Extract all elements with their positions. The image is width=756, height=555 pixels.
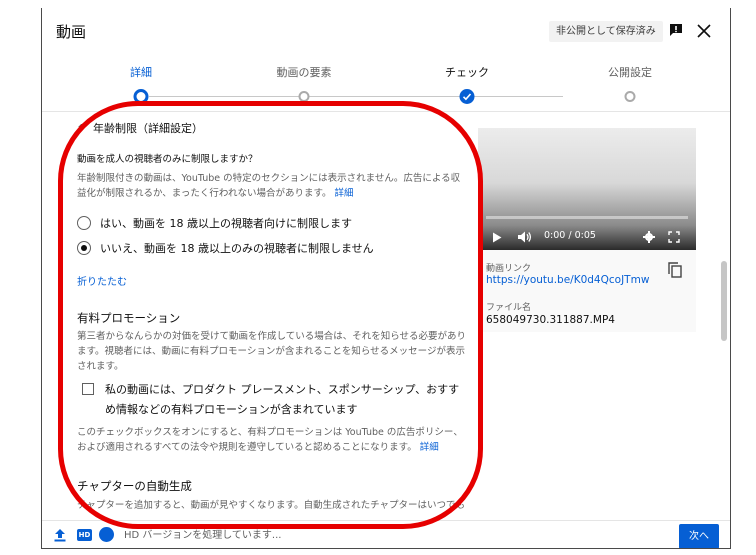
draft-status-badge: 非公開として保存済み bbox=[549, 21, 663, 42]
tab-video-elements[interactable]: 動画の要素 bbox=[277, 64, 332, 80]
upload-stepper: 詳細 動画の要素 チェック 公開設定 bbox=[42, 60, 730, 110]
paid-promotion-details-link[interactable]: 詳細 bbox=[420, 442, 439, 453]
tab-visibility[interactable]: 公開設定 bbox=[608, 64, 652, 80]
chapters-heading: チャプターの自動生成 bbox=[77, 479, 192, 493]
collapse-link[interactable]: 折りたたむ bbox=[77, 273, 127, 288]
paid-promotion-note: このチェックボックスをオンにすると、有料プロモーションは YouTube の広告… bbox=[77, 425, 469, 455]
play-icon[interactable] bbox=[492, 232, 502, 243]
check-circle-icon bbox=[99, 527, 114, 542]
video-link[interactable]: https://youtu.be/K0d4QcoJTmw bbox=[486, 274, 649, 286]
chevron-up-icon: ^ bbox=[77, 122, 87, 135]
radio-yes[interactable] bbox=[77, 216, 91, 230]
settings-gear-icon[interactable] bbox=[643, 231, 655, 243]
paid-promotion-option[interactable]: 私の動画には、プロダクト プレースメント、スポンサーシップ、おすすめ情報などの有… bbox=[82, 380, 462, 420]
copy-icon[interactable] bbox=[668, 262, 682, 278]
dialog-header: 動画 非公開として保存済み bbox=[42, 8, 730, 54]
filename-label: ファイル名 bbox=[486, 303, 532, 313]
step-dot-details bbox=[133, 89, 149, 104]
age-restriction-header[interactable]: ^ 年齢制限（詳細設定） bbox=[77, 120, 203, 136]
dialog-footer: HD HD バージョンを処理しています... 次へ bbox=[42, 520, 730, 548]
radio-yes-label: はい、動画を 18 歳以上の視聴者向けに制限します bbox=[100, 217, 352, 230]
radio-no-label: いいえ、動画を 18 歳以上のみの視聴者に制限しません bbox=[100, 242, 374, 255]
feedback-icon[interactable] bbox=[668, 22, 684, 38]
video-link-label: 動画リンク bbox=[486, 264, 532, 274]
scrollbar-thumb[interactable] bbox=[721, 261, 727, 341]
age-restriction-description-text: 年齢制限付きの動画は、YouTube の特定のセクションには表示されません。広告… bbox=[77, 173, 461, 199]
volume-icon[interactable] bbox=[518, 231, 532, 243]
step-dot-visibility bbox=[624, 91, 636, 102]
radio-no[interactable] bbox=[77, 241, 91, 255]
video-player[interactable]: 0:00 / 0:05 bbox=[478, 128, 696, 250]
close-icon[interactable] bbox=[697, 23, 711, 38]
stepper-line bbox=[149, 96, 563, 97]
filename-value: 658049730.311887.MP4 bbox=[486, 314, 615, 326]
step-dot-video-elements bbox=[298, 91, 310, 102]
tab-checks[interactable]: チェック bbox=[445, 64, 489, 80]
age-restriction-description: 年齢制限付きの動画は、YouTube の特定のセクションには表示されません。広告… bbox=[77, 171, 469, 201]
processing-status: HD バージョンを処理しています... bbox=[124, 530, 282, 541]
tab-details[interactable]: 詳細 bbox=[130, 64, 152, 80]
step-dot-checks bbox=[459, 89, 475, 104]
fullscreen-icon[interactable] bbox=[668, 231, 680, 243]
dialog-title: 動画 bbox=[56, 23, 87, 41]
paid-promotion-note-text: このチェックボックスをオンにすると、有料プロモーションは YouTube の広告… bbox=[77, 427, 463, 453]
hd-icon: HD bbox=[77, 529, 92, 541]
chapters-description: チャプターを追加すると、動画が見やすくなります。自動生成されたチャプターはいつで… bbox=[77, 500, 465, 511]
paid-promotion-description: 第三者からなんらかの対価を受けて動画を作成している場合は、それを知らせる必要があ… bbox=[77, 331, 467, 372]
paid-promotion-checkbox[interactable] bbox=[82, 383, 94, 395]
age-restriction-heading: 年齢制限（詳細設定） bbox=[93, 122, 203, 135]
video-progress-bar[interactable] bbox=[486, 216, 688, 219]
age-restriction-yes-option[interactable]: はい、動画を 18 歳以上の視聴者向けに制限します bbox=[77, 215, 352, 231]
paid-promotion-heading: 有料プロモーション bbox=[77, 311, 181, 325]
video-time: 0:00 / 0:05 bbox=[544, 230, 596, 241]
paid-promotion-checkbox-label: 私の動画には、プロダクト プレースメント、スポンサーシップ、おすすめ情報などの有… bbox=[105, 383, 460, 416]
age-restriction-no-option[interactable]: いいえ、動画を 18 歳以上のみの視聴者に制限しません bbox=[77, 240, 374, 256]
details-form: ^ 年齢制限（詳細設定） 動画を成人の視聴者のみに制限しますか？ 年齢制限付きの動… bbox=[42, 112, 474, 520]
upload-icon bbox=[54, 529, 66, 542]
check-icon bbox=[462, 93, 472, 101]
upload-dialog: 動画 非公開として保存済み 詳細 動画の要素 チェック 公開設定 ^ 年齢制限（詳… bbox=[41, 8, 731, 549]
next-button[interactable]: 次へ bbox=[679, 524, 719, 548]
age-restriction-details-link[interactable]: 詳細 bbox=[335, 188, 354, 199]
age-restriction-question: 動画を成人の視聴者のみに制限しますか？ bbox=[77, 154, 258, 165]
player-controls: 0:00 / 0:05 bbox=[478, 224, 696, 250]
video-preview-card: 0:00 / 0:05 動画リンク https://youtu.be/K0d4Q… bbox=[478, 128, 696, 332]
